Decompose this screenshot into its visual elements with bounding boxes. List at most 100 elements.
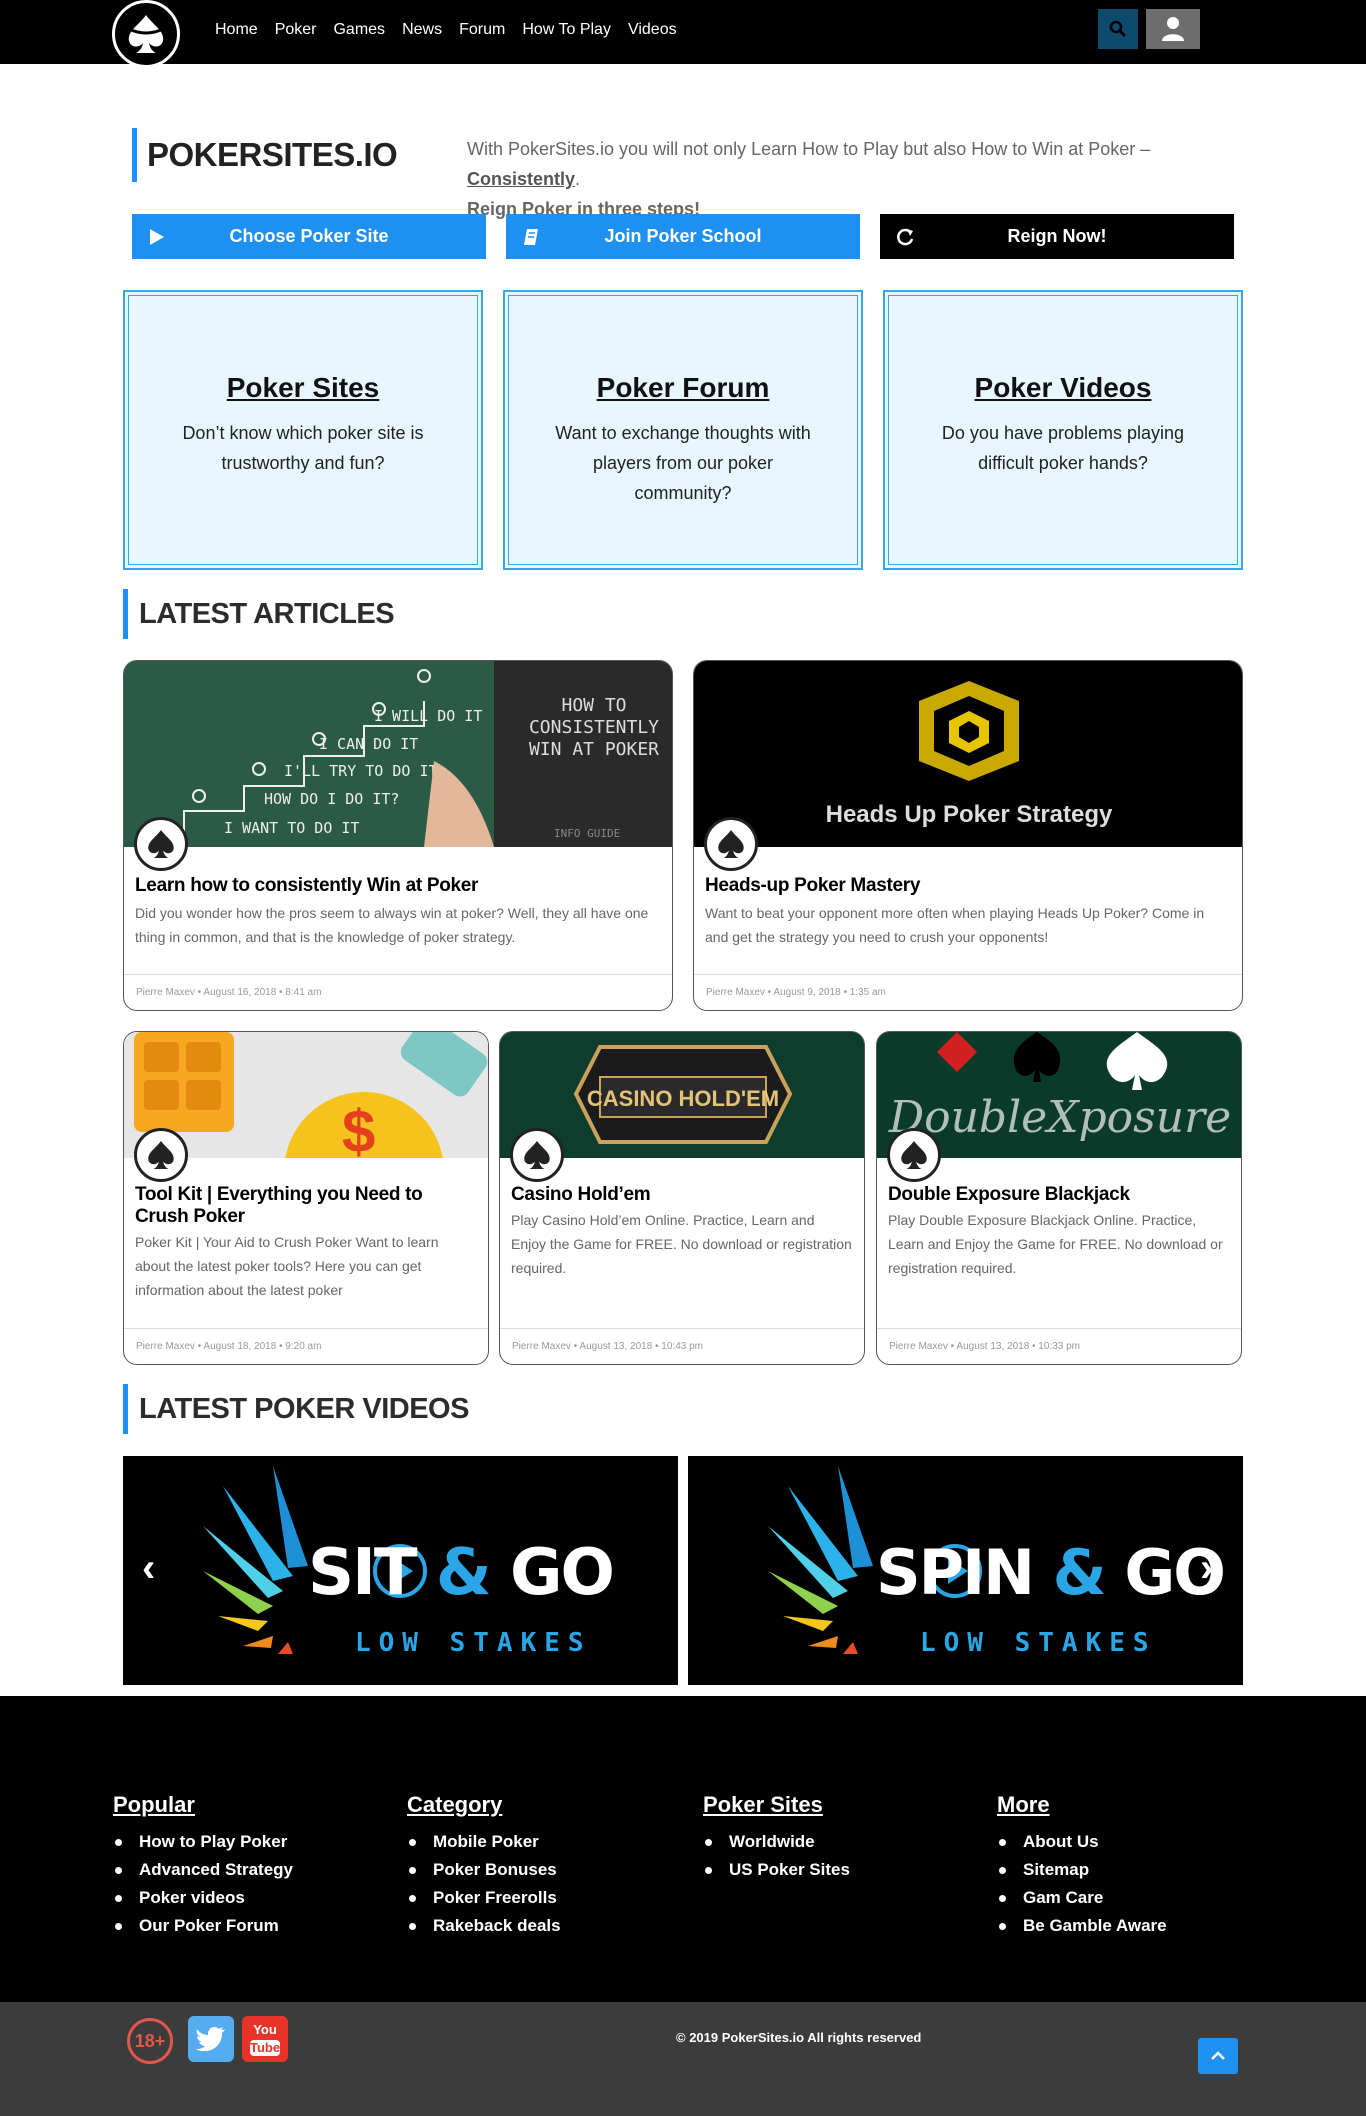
footer-link[interactable]: US Poker Sites — [703, 1856, 850, 1884]
age-badge-label: 18+ — [134, 2030, 166, 2051]
feature-box-poker-videos[interactable]: Poker Videos Do you have problems playin… — [883, 290, 1243, 570]
feature-title[interactable]: Poker Videos — [885, 372, 1241, 404]
footer-link[interactable]: Poker Freerolls — [407, 1884, 561, 1912]
footer-link[interactable]: Our Poker Forum — [113, 1912, 293, 1940]
article-title[interactable]: Heads-up Poker Mastery — [705, 875, 1230, 897]
feature-text: Want to exchange thoughts with players f… — [555, 423, 811, 503]
svg-text:I'LL TRY TO DO IT: I'LL TRY TO DO IT — [284, 762, 438, 780]
intro-text: With PokerSites.io you will not only Lea… — [467, 134, 1227, 224]
cta-label: Reign Now! — [1007, 226, 1107, 246]
footer-col-title[interactable]: More — [997, 1792, 1167, 1818]
footer-link[interactable]: Gam Care — [997, 1884, 1167, 1912]
footer: Popular How to Play Poker Advanced Strat… — [0, 1696, 1366, 2002]
footer-link[interactable]: How to Play Poker — [113, 1828, 293, 1856]
article-image-subcaption: INFO GUIDE — [554, 827, 621, 840]
search-icon — [1109, 20, 1127, 38]
article-meta: Pierre Maxev • August 13, 2018 • 10:43 p… — [500, 1328, 864, 1364]
footer-col-title[interactable]: Category — [407, 1792, 561, 1818]
footer-link[interactable]: Rakeback deals — [407, 1912, 561, 1940]
footer-col-title[interactable]: Popular — [113, 1792, 293, 1818]
youtube-label-top: You — [253, 2022, 277, 2037]
article-image-caption: Heads Up Poker Strategy — [825, 801, 1113, 828]
feature-title[interactable]: Poker Forum — [505, 372, 861, 404]
article-card-heads-up[interactable]: Heads Up Poker Strategy Heads-up Poker M… — [693, 660, 1243, 1011]
nav-poker[interactable]: Poker — [275, 21, 317, 39]
carousel-next-icon[interactable]: › — [1200, 1548, 1213, 1588]
article-title[interactable]: Learn how to consistently Win at Poker — [135, 875, 660, 897]
author-avatar — [887, 1128, 941, 1182]
svg-text:HOW DO I DO IT?: HOW DO I DO IT? — [264, 790, 399, 808]
footer-col-popular: Popular How to Play Poker Advanced Strat… — [113, 1792, 293, 1940]
nav-news[interactable]: News — [402, 21, 442, 39]
intro-body: With PokerSites.io you will not only Lea… — [467, 139, 1151, 159]
back-to-top-button[interactable] — [1198, 2038, 1238, 2074]
nav-how-to-play[interactable]: How To Play — [522, 21, 611, 39]
nav-home[interactable]: Home — [215, 21, 258, 39]
article-image: I WILL DO IT I CAN DO IT I'LL TRY TO DO IT… — [124, 661, 672, 847]
article-image-caption: HOW TO CONSISTENTLY WIN AT POKER — [528, 695, 660, 760]
feature-box-poker-sites[interactable]: Poker Sites Don’t know which poker site … — [123, 290, 483, 570]
article-meta: Pierre Maxev • August 9, 2018 • 1:35 am — [694, 974, 1242, 1010]
video-ampersand: & — [435, 1536, 492, 1610]
youtube-label-bottom: Tube — [250, 2040, 281, 2056]
chevron-up-icon — [1211, 2051, 1225, 2060]
copyright-text: © 2019 PokerSites.io All rights reserved — [676, 2030, 922, 2045]
latest-articles-heading: LATEST ARTICLES — [123, 589, 395, 639]
article-title[interactable]: Double Exposure Blackjack — [888, 1184, 1229, 1206]
video-sit-and-go[interactable]: SIT & GO LOW STAKES — [123, 1456, 678, 1685]
choose-poker-site-button[interactable]: Choose Poker Site — [132, 214, 486, 259]
site-logo[interactable] — [112, 0, 180, 68]
play-icon — [132, 228, 182, 246]
intro-period: . — [575, 169, 581, 189]
refresh-icon — [880, 227, 930, 247]
footer-link[interactable]: Poker Bonuses — [407, 1856, 561, 1884]
video-subtitle: LOW STAKES — [355, 1628, 592, 1658]
spade-avatar-icon — [148, 1140, 174, 1170]
article-meta: Pierre Maxev • August 16, 2018 • 8:41 am — [124, 974, 672, 1010]
youtube-icon[interactable]: You Tube — [242, 2016, 288, 2062]
article-card-tool-kit[interactable]: $ Tool Kit | Everything you Need to Crus… — [123, 1031, 489, 1365]
article-excerpt: Poker Kit | Your Aid to Crush Poker Want… — [135, 1234, 439, 1298]
user-icon — [1162, 17, 1184, 41]
latest-videos-heading: LATEST POKER VIDEOS — [123, 1384, 469, 1434]
intro-emphasis-link[interactable]: Consistently — [467, 169, 575, 189]
footer-link[interactable]: Worldwide — [703, 1828, 850, 1856]
spade-avatar-icon — [524, 1140, 550, 1170]
footer-link[interactable]: Poker videos — [113, 1884, 293, 1912]
svg-text:I WANT TO DO IT: I WANT TO DO IT — [224, 819, 359, 837]
carousel-prev-icon[interactable]: ‹ — [142, 1548, 155, 1588]
reign-now-button[interactable]: Reign Now! — [880, 214, 1234, 259]
svg-text:I WILL DO IT: I WILL DO IT — [374, 707, 482, 725]
article-excerpt: Play Casino Hold’em Online. Practice, Le… — [511, 1212, 852, 1276]
cta-label: Choose Poker Site — [229, 226, 389, 246]
footer-link[interactable]: Be Gamble Aware — [997, 1912, 1167, 1940]
footer-link[interactable]: Sitemap — [997, 1856, 1167, 1884]
join-poker-school-button[interactable]: Join Poker School — [506, 214, 860, 259]
spade-avatar-icon — [901, 1140, 927, 1170]
feature-title[interactable]: Poker Sites — [125, 372, 481, 404]
author-avatar — [134, 817, 188, 871]
article-title[interactable]: Tool Kit | Everything you Need to Crush … — [135, 1184, 476, 1228]
brand-title: POKERSITES.IO — [132, 128, 398, 182]
article-card-double-exposure[interactable]: DoubleXposure Double Exposure Blackjack … — [876, 1031, 1242, 1365]
footer-link[interactable]: Advanced Strategy — [113, 1856, 293, 1884]
twitter-icon[interactable] — [188, 2016, 234, 2062]
video-word-1: SIT — [308, 1536, 418, 1610]
article-title[interactable]: Casino Hold’em — [511, 1184, 852, 1206]
article-card-casino-holdem[interactable]: CASINO HOLD'EM Casino Hold’em Play Casin… — [499, 1031, 865, 1365]
search-button[interactable] — [1098, 9, 1138, 49]
footer-link[interactable]: Mobile Poker — [407, 1828, 561, 1856]
article-card-win-at-poker[interactable]: I WILL DO IT I CAN DO IT I'LL TRY TO DO IT… — [123, 660, 673, 1011]
nav-videos[interactable]: Videos — [628, 21, 677, 39]
article-image: Heads Up Poker Strategy — [694, 661, 1242, 847]
user-account-button[interactable] — [1146, 9, 1200, 49]
feature-box-poker-forum[interactable]: Poker Forum Want to exchange thoughts wi… — [503, 290, 863, 570]
video-spin-and-go[interactable]: SPIN & GO LOW STAKES — [688, 1456, 1243, 1685]
footer-link[interactable]: About Us — [997, 1828, 1167, 1856]
footer-bottom-bar: 18+ You Tube — [0, 2002, 1366, 2116]
article-excerpt: Want to beat your opponent more often wh… — [705, 905, 1205, 945]
age-18-plus-icon[interactable]: 18+ — [127, 2018, 173, 2064]
nav-games[interactable]: Games — [333, 21, 385, 39]
nav-forum[interactable]: Forum — [459, 21, 505, 39]
footer-col-title[interactable]: Poker Sites — [703, 1792, 850, 1818]
